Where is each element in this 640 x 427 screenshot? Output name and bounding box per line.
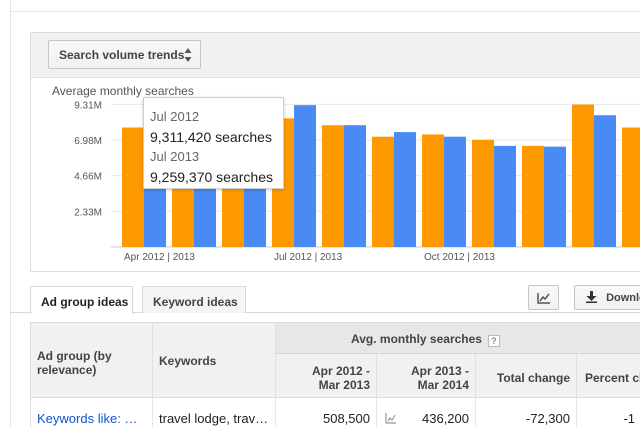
row-period1-text: 508,500	[323, 411, 370, 426]
y-axis-ticks: 9.31M 6.98M 4.66M 2.33M	[74, 100, 102, 218]
x-tick-label: Jul 2012 | 2013	[274, 252, 343, 263]
bar-2013-aug	[344, 125, 366, 247]
column-header-apr2013-mar2014[interactable]: Apr 2013 - Mar 2014	[377, 354, 476, 398]
bar-2013-jan	[594, 115, 616, 248]
download-button[interactable]: Downlo	[574, 285, 640, 310]
bar-2013-sep	[394, 132, 416, 247]
tab-ad-group-ideas[interactable]: Ad group ideas	[30, 286, 133, 314]
row-percent-change: -1	[623, 411, 635, 426]
tooltip-date-2013: Jul 2013	[150, 149, 200, 164]
column-header-percent-change[interactable]: Percent ch	[577, 354, 640, 398]
chart-view-button[interactable]	[528, 285, 559, 310]
search-volume-chart-panel: Search volume trends Average monthly sea…	[30, 32, 640, 272]
y-tick-label: 6.98M	[74, 136, 102, 147]
download-icon	[586, 291, 597, 303]
column-header-apr2012-mar2013[interactable]: Apr 2012 - Mar 2013	[276, 354, 377, 398]
bar-2012-apr	[122, 127, 144, 247]
bar-2013-oct	[444, 136, 466, 247]
bar-2012-feb	[622, 127, 640, 247]
x-tick-label: Apr 2012 | 2013	[124, 252, 195, 263]
chart-tooltip: Jul 2012 9,311,420 searches Jul 2013 9,2…	[143, 97, 284, 189]
y-tick-label: 2.33M	[74, 207, 102, 218]
y-tick-label: 4.66M	[74, 172, 102, 183]
bar-2013-nov	[494, 145, 516, 247]
tab-keyword-ideas[interactable]: Keyword ideas	[142, 286, 246, 313]
bar-2012-nov	[472, 139, 494, 247]
bar-2012-dec	[522, 145, 544, 247]
bar-2013-jul	[294, 105, 316, 248]
row-adgroup-link[interactable]: Keywords like: …	[31, 398, 153, 427]
column-header-ad-group[interactable]: Ad group (by relevance)	[31, 323, 153, 398]
left-divider	[10, 0, 11, 427]
column-group-avg-monthly-searches: Avg. monthly searches?	[276, 323, 640, 354]
row-total-change: -72,300	[476, 398, 577, 427]
bar-2012-aug	[322, 125, 344, 247]
row-period2-cell: 436,200	[377, 398, 476, 427]
period1-label: Apr 2012 - Mar 2013	[311, 364, 370, 392]
tooltip-value-2012: 9,311,420 searches	[150, 129, 272, 145]
ad-group-ideas-table: Ad group (by relevance) Keywords Avg. mo…	[30, 322, 640, 427]
tooltip-value-2013: 9,259,370 searches	[150, 169, 273, 185]
bar-2012-oct	[422, 134, 444, 247]
bar-2012-jan	[572, 104, 594, 247]
row-period2-text: 436,200	[422, 411, 469, 426]
y-tick-label: 9.31M	[74, 100, 102, 111]
chart-title: Average monthly searches	[52, 84, 194, 98]
x-tick-label: Oct 2012 | 2013	[424, 252, 495, 263]
period2-label: Apr 2013 - Mar 2014	[410, 364, 469, 392]
download-label: Downlo	[606, 292, 640, 304]
row-period1-value: 508,500	[276, 398, 377, 427]
bar-2012-sep	[372, 136, 394, 247]
trend-chart-icon[interactable]	[385, 412, 397, 424]
row-keywords: travel lodge, trav…	[153, 398, 276, 427]
x-axis-ticks: Apr 2012 | 2013 Jul 2012 | 2013 Oct 2012 |…	[124, 252, 495, 263]
help-icon[interactable]: ?	[487, 335, 500, 347]
tooltip-date-2012: Jul 2012	[150, 109, 200, 124]
column-header-total-change[interactable]: Total change	[476, 354, 577, 398]
top-divider	[10, 11, 640, 12]
bar-2013-dec	[544, 146, 566, 247]
column-header-keywords[interactable]: Keywords	[153, 323, 276, 398]
bar-chart: Average monthly searches 9.31M 6.98M 4.66M…	[52, 84, 640, 263]
line-chart-icon	[537, 293, 550, 304]
avg-monthly-searches-label: Avg. monthly searches	[351, 332, 482, 346]
